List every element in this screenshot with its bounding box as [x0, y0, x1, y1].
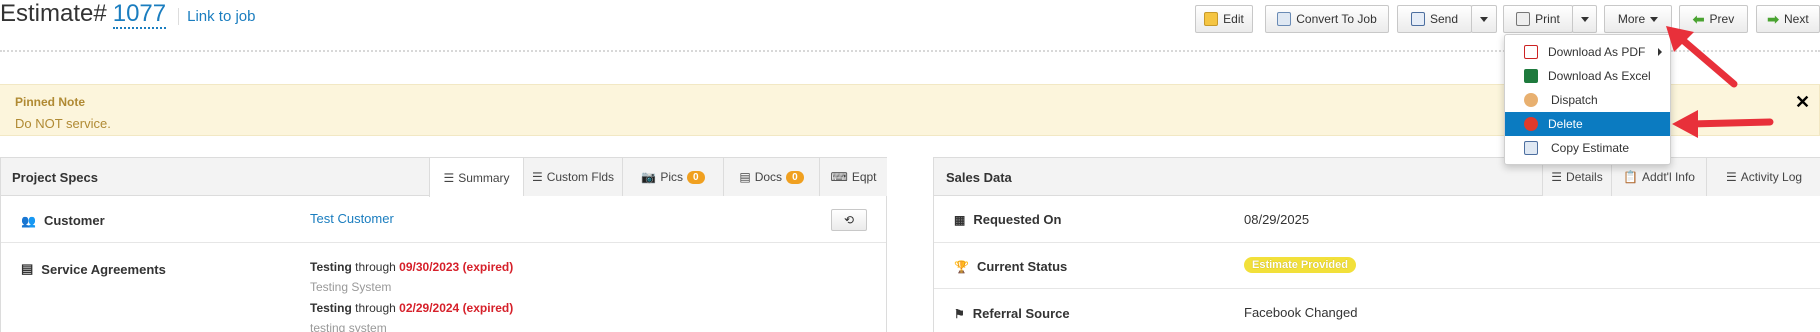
- annotation-arrow-delete: [1672, 110, 1774, 138]
- status-badge: Estimate Provided: [1244, 257, 1356, 273]
- tab-summary[interactable]: ☰ Summary: [429, 158, 523, 197]
- camera-icon: 📷: [641, 170, 657, 184]
- document-icon: ▤: [739, 170, 751, 184]
- send-dropdown-toggle[interactable]: [1471, 5, 1497, 33]
- tab-eqpt[interactable]: ⌨ Eqpt: [819, 158, 887, 196]
- tab-docs[interactable]: ▤ Docs 0: [723, 158, 819, 196]
- link-to-job-link[interactable]: Link to job: [178, 8, 256, 25]
- agreement-item: Testing through 09/30/2023 (expired): [310, 260, 514, 274]
- service-agreements-label: ▤ Service Agreements: [21, 261, 166, 277]
- copy-icon: [1524, 141, 1538, 155]
- menu-item-dispatch[interactable]: Dispatch: [1505, 88, 1670, 112]
- print-dropdown-toggle[interactable]: [1572, 5, 1597, 33]
- project-specs-header: Project Specs ☰ Summary ☰ Custom Flds 📷 …: [1, 158, 887, 197]
- title-prefix: Estimate#: [0, 0, 107, 27]
- close-icon[interactable]: ✕: [1795, 92, 1810, 113]
- list-icon: ☰: [443, 170, 455, 185]
- project-specs-panel: Project Specs ☰ Summary ☰ Custom Flds 📷 …: [0, 157, 887, 332]
- trophy-icon: 🏆: [954, 259, 969, 274]
- menu-item-copy-estimate[interactable]: Copy Estimate: [1505, 136, 1670, 160]
- more-dropdown-menu: Download As PDF Download As Excel Dispat…: [1504, 34, 1671, 165]
- menu-item-download-pdf[interactable]: Download As PDF: [1505, 40, 1670, 64]
- calendar-icon: ▦: [954, 212, 966, 227]
- page-title: Estimate# 1077 Link to job: [0, 0, 256, 29]
- people-icon: 👥: [21, 213, 36, 228]
- convert-icon: [1277, 12, 1292, 26]
- send-icon: [1410, 12, 1425, 26]
- expired-date: 09/30/2023 (expired): [399, 260, 514, 274]
- document-icon: ▤: [21, 261, 34, 276]
- delete-icon: [1524, 117, 1538, 131]
- menu-item-delete[interactable]: Delete: [1505, 112, 1670, 136]
- expired-date: 02/29/2024 (expired): [399, 301, 514, 315]
- tab-custom-flds[interactable]: ☰ Custom Flds: [523, 158, 622, 196]
- next-button[interactable]: ➡ Next: [1756, 5, 1820, 33]
- referral-source-row: ⚑ Referral Source Facebook Changed: [934, 289, 1820, 332]
- chevron-down-icon: [1480, 16, 1488, 22]
- printer-icon: [1516, 12, 1531, 26]
- agreement-subtitle: Testing System: [310, 280, 392, 294]
- convert-to-job-button[interactable]: Convert To Job: [1265, 5, 1389, 33]
- referral-source-value: Facebook Changed: [1244, 305, 1358, 320]
- sales-data-panel: Sales Data ☰ Details 📋 Addt'l Info ☰ Act…: [933, 157, 1820, 332]
- annotation-arrow-more: [1666, 26, 1738, 88]
- chevron-down-icon: [1650, 16, 1659, 22]
- signpost-icon: ⚑: [954, 306, 965, 321]
- list-icon: ☰: [1551, 170, 1563, 184]
- panel-title: Sales Data: [946, 170, 1012, 185]
- requested-on-value: 08/29/2025: [1244, 212, 1310, 227]
- equipment-icon: ⌨: [830, 170, 848, 184]
- panel-title: Project Specs: [12, 170, 98, 185]
- arrow-right-icon: ➡: [1767, 10, 1780, 27]
- requested-on-label: ▦ Requested On: [954, 212, 1062, 227]
- menu-item-download-excel[interactable]: Download As Excel: [1505, 64, 1670, 88]
- customer-row: 👥 Customer Test Customer ⟲: [1, 197, 886, 243]
- pencil-icon: [1204, 12, 1219, 26]
- customer-link[interactable]: Test Customer: [310, 211, 394, 226]
- excel-icon: [1524, 69, 1538, 83]
- current-status-row: 🏆 Current Status Estimate Provided: [934, 243, 1820, 289]
- person-icon: [1524, 93, 1538, 107]
- customer-label: 👥 Customer: [21, 213, 105, 228]
- estimate-number[interactable]: 1077: [112, 1, 167, 29]
- send-button[interactable]: Send: [1397, 5, 1472, 33]
- referral-source-label: ⚑ Referral Source: [954, 306, 1070, 321]
- pinned-note-text: Do NOT service.: [15, 116, 111, 131]
- list-icon: ☰: [531, 170, 543, 184]
- history-icon: ⟲: [843, 213, 855, 227]
- sales-data-header: Sales Data ☰ Details 📋 Addt'l Info ☰ Act…: [934, 158, 1820, 196]
- history-button[interactable]: ⟲: [831, 209, 867, 231]
- chevron-down-icon: [1580, 16, 1589, 22]
- service-agreements-row: ▤ Service Agreements Testing through 09/…: [1, 243, 886, 332]
- tab-pics[interactable]: 📷 Pics 0: [622, 158, 723, 196]
- print-button[interactable]: Print: [1503, 5, 1573, 33]
- edit-button[interactable]: Edit: [1195, 5, 1253, 33]
- tab-activity-log[interactable]: ☰ Activity Log: [1706, 158, 1820, 196]
- pics-count-badge: 0: [687, 170, 705, 184]
- pdf-icon: [1524, 45, 1538, 59]
- pinned-note-title: Pinned Note: [15, 95, 86, 109]
- agreement-item: Testing through 02/29/2024 (expired): [310, 301, 514, 315]
- docs-count-badge: 0: [786, 170, 804, 184]
- current-status-label: 🏆 Current Status: [954, 259, 1068, 274]
- clipboard-icon: 📋: [1623, 170, 1638, 184]
- list-icon: ☰: [1725, 170, 1737, 184]
- agreement-subtitle: testing system: [310, 321, 387, 332]
- requested-on-row: ▦ Requested On 08/29/2025: [934, 197, 1820, 243]
